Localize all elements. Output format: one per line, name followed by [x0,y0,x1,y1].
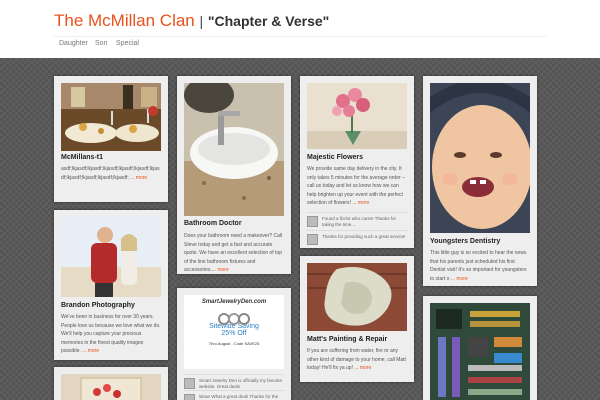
nav-item-son[interactable]: Son [95,40,107,47]
couple-photo[interactable] [61,217,161,297]
card-title[interactable]: Matt's Painting & Repair [307,336,387,343]
circuit-board-photo[interactable] [430,303,530,400]
read-more-link[interactable]: ... more [352,200,369,206]
card-title[interactable]: McMillans-t1 [61,154,103,161]
commenter-avatar[interactable] [184,394,195,400]
commenter-avatar[interactable] [184,378,195,389]
comment-text: Found a florist who cares! Thanks for ta… [322,216,396,227]
tulips-photo[interactable] [61,374,161,400]
card-matts-painting[interactable]: Matt's Painting & Repair If you are suff… [300,256,414,382]
card-brandon-photography[interactable]: Brandon Photography We've been in busine… [54,210,168,360]
card-excerpt: Does your bathroom need a makeover? Call… [184,232,285,275]
pinboard-wall: McMillans-t1 asdf;lkjasdf;lkjasdf;lkjasd… [0,58,600,400]
commenter-avatar[interactable] [307,234,318,245]
sink-photo[interactable] [184,83,284,216]
ad-brand: SmartJewelryDen.com [201,299,267,305]
site-name[interactable]: The McMillan Clan [54,11,195,30]
card-excerpt-text: We've been in business for over 30 years… [61,314,161,354]
damaged-wall-photo[interactable] [307,263,407,331]
read-more-link[interactable]: more [217,267,228,273]
card-smart-jewelry-den[interactable]: SmartJewelryDen.com Sitewide Saving 25% … [177,288,291,400]
read-more-link[interactable]: ... more [82,348,99,354]
card-majestic-flowers[interactable]: Majestic Flowers We provide same day del… [300,76,414,248]
card-title[interactable]: Majestic Flowers [307,154,363,161]
card-excerpt: asdf;lkjasdf;lkjasdf;lkjasdf;lkjasdf;lkj… [61,165,162,182]
read-more-link[interactable]: ... more [130,175,147,181]
card-excerpt: We provide same day delivery in the city… [307,165,408,208]
jewelry-ad-banner[interactable]: SmartJewelryDen.com Sitewide Saving 25% … [184,295,284,369]
restaurant-photo[interactable] [61,83,161,151]
card-title[interactable]: Youngsters Dentistry [430,238,500,245]
card-partial-circuit[interactable] [423,296,537,400]
roses-photo[interactable] [307,83,407,149]
card-excerpt: We've been in business for over 30 years… [61,313,162,356]
nav-item-daughter[interactable]: Daughter [59,40,88,47]
site-tagline: "Chapter & Verse" [207,13,330,29]
card-excerpt-text: This little guy is so excited to hear th… [430,250,527,282]
card-excerpt: This little guy is so excited to hear th… [430,249,531,283]
commenter-avatar[interactable] [307,216,318,227]
comment: Thanks for providing such a great servic… [307,230,408,245]
card-title[interactable]: Bathroom Doctor [184,220,242,227]
card-partial-tulips[interactable] [54,367,168,400]
card-youngsters-dentistry[interactable]: Youngsters Dentistry This little guy is … [423,76,537,286]
ad-discount: 25% Off [221,330,247,337]
comment: Smart Jewelry Den is officially my favor… [184,374,285,389]
nav-item-special[interactable]: Special [116,40,139,47]
card-excerpt-text: Does your bathroom need a makeover? Call… [184,233,283,273]
title-separator: | [199,13,204,29]
card-mcmillans[interactable]: McMillans-t1 asdf;lkjasdf;lkjasdf;lkjasd… [54,76,168,202]
ring-icon [218,313,250,325]
ad-promo-code: Thru August - Code SAVE25 [208,341,260,346]
read-more-link[interactable]: ... more [451,276,468,282]
main-nav: Daughter Son Special [54,36,546,56]
card-title[interactable]: Brandon Photography [61,302,135,309]
baby-photo[interactable] [430,83,530,233]
comment-text: Thanks for providing such a great servic… [322,234,406,239]
comment: Found a florist who cares! Thanks for ta… [307,212,408,227]
site-header: The McMillan Clan | "Chapter & Verse" Da… [0,0,600,58]
comment-text: Smart Jewelry Den is officially my favor… [199,378,282,389]
site-title[interactable]: The McMillan Clan | "Chapter & Verse" [54,11,329,31]
comment: Wow! What a great deal! Thanks for the [184,390,285,400]
read-more-link[interactable]: ... more [354,365,371,371]
card-bathroom-doctor[interactable]: Bathroom Doctor Does your bathroom need … [177,76,291,274]
card-excerpt: If you are suffering from water, fire or… [307,347,408,373]
comment-text: Wow! What a great deal! Thanks for the [199,394,279,399]
